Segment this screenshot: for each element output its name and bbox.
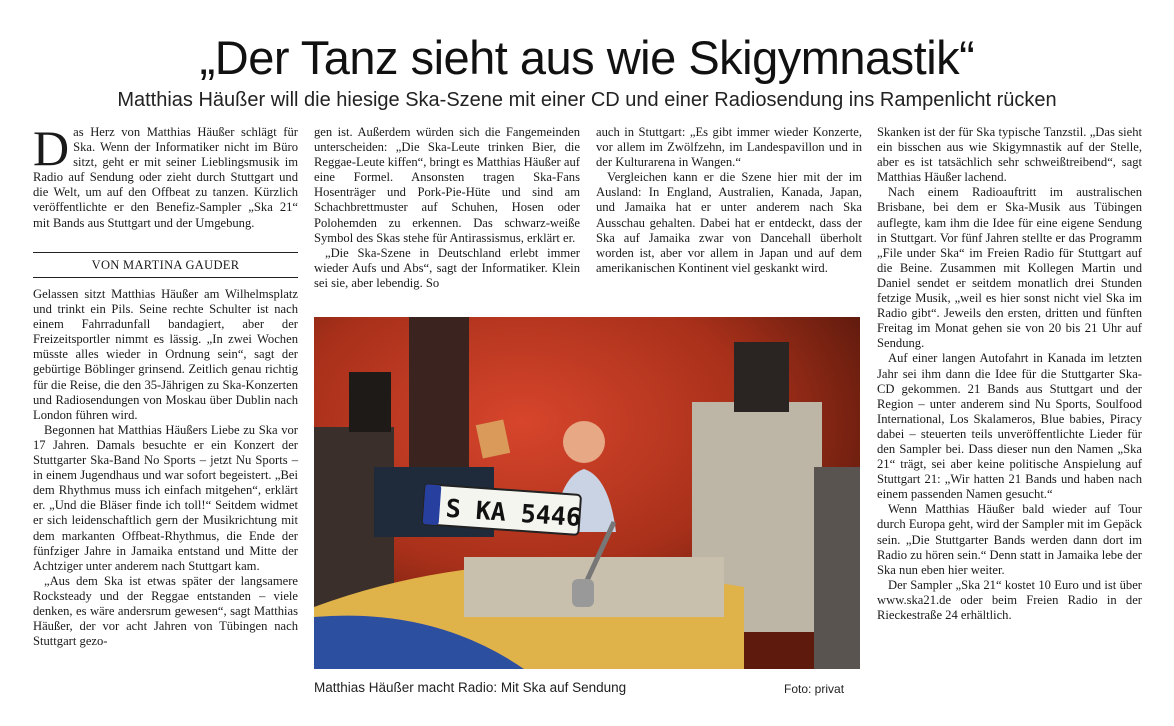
photo-credit: Foto: privat (784, 682, 845, 696)
drop-cap: D (33, 120, 70, 176)
paragraph: Skanken ist der für Ska typische Tanzsti… (877, 125, 1142, 185)
column-3: auch in Stuttgart: „Es gibt immer wieder… (596, 125, 862, 276)
speaker-right (734, 342, 789, 412)
speaker-left (349, 372, 391, 432)
microphone (572, 579, 594, 607)
column-4: Skanken ist der für Ska typische Tanzsti… (877, 125, 1142, 623)
lead-paragraph: Das Herz von Matthias Häußer schlägt für… (33, 120, 298, 231)
byline: VON MARTINA GAUDER (33, 252, 298, 278)
paragraph: Vergleichen kann er die Szene hier mit d… (596, 170, 862, 275)
lead-text: as Herz von Matthias Häußer schlägt für … (33, 125, 298, 230)
paragraph: „Aus dem Ska ist etwas später der langsa… (33, 573, 298, 649)
subheadline: Matthias Häußer will die hiesige Ska-Sze… (117, 89, 1057, 111)
paragraph: Auf einer langen Autofahrt in Kanada im … (877, 351, 1142, 502)
paragraph: auch in Stuttgart: „Es gibt immer wieder… (596, 125, 862, 170)
paragraph: gen ist. Außerdem würden sich die Fangem… (314, 125, 580, 245)
column-1: Gelassen sitzt Matthias Häußer am Wilhel… (33, 287, 298, 649)
column-2: gen ist. Außerdem würden sich die Fangem… (314, 125, 580, 291)
headline: „Der Tanz sieht aus wie Skigymnastik“ (199, 31, 975, 84)
paragraph: Der Sampler „Ska 21“ kostet 10 Euro und … (877, 577, 1142, 622)
paragraph: „Die Ska-Szene in Deutschland erlebt imm… (314, 245, 580, 290)
paragraph: Begonnen hat Matthias Häußers Liebe zu S… (33, 422, 298, 573)
paragraph: Gelassen sitzt Matthias Häußer am Wilhel… (33, 287, 298, 422)
person-head (563, 421, 605, 463)
radio-studio-photo: S KA 5446 (314, 317, 860, 669)
paragraph: Wenn Matthias Häußer bald wieder auf Tou… (877, 502, 1142, 577)
paragraph: Nach einem Radioauftritt im australische… (877, 185, 1142, 351)
photo-caption: Matthias Häußer macht Radio: Mit Ska auf… (314, 680, 627, 695)
